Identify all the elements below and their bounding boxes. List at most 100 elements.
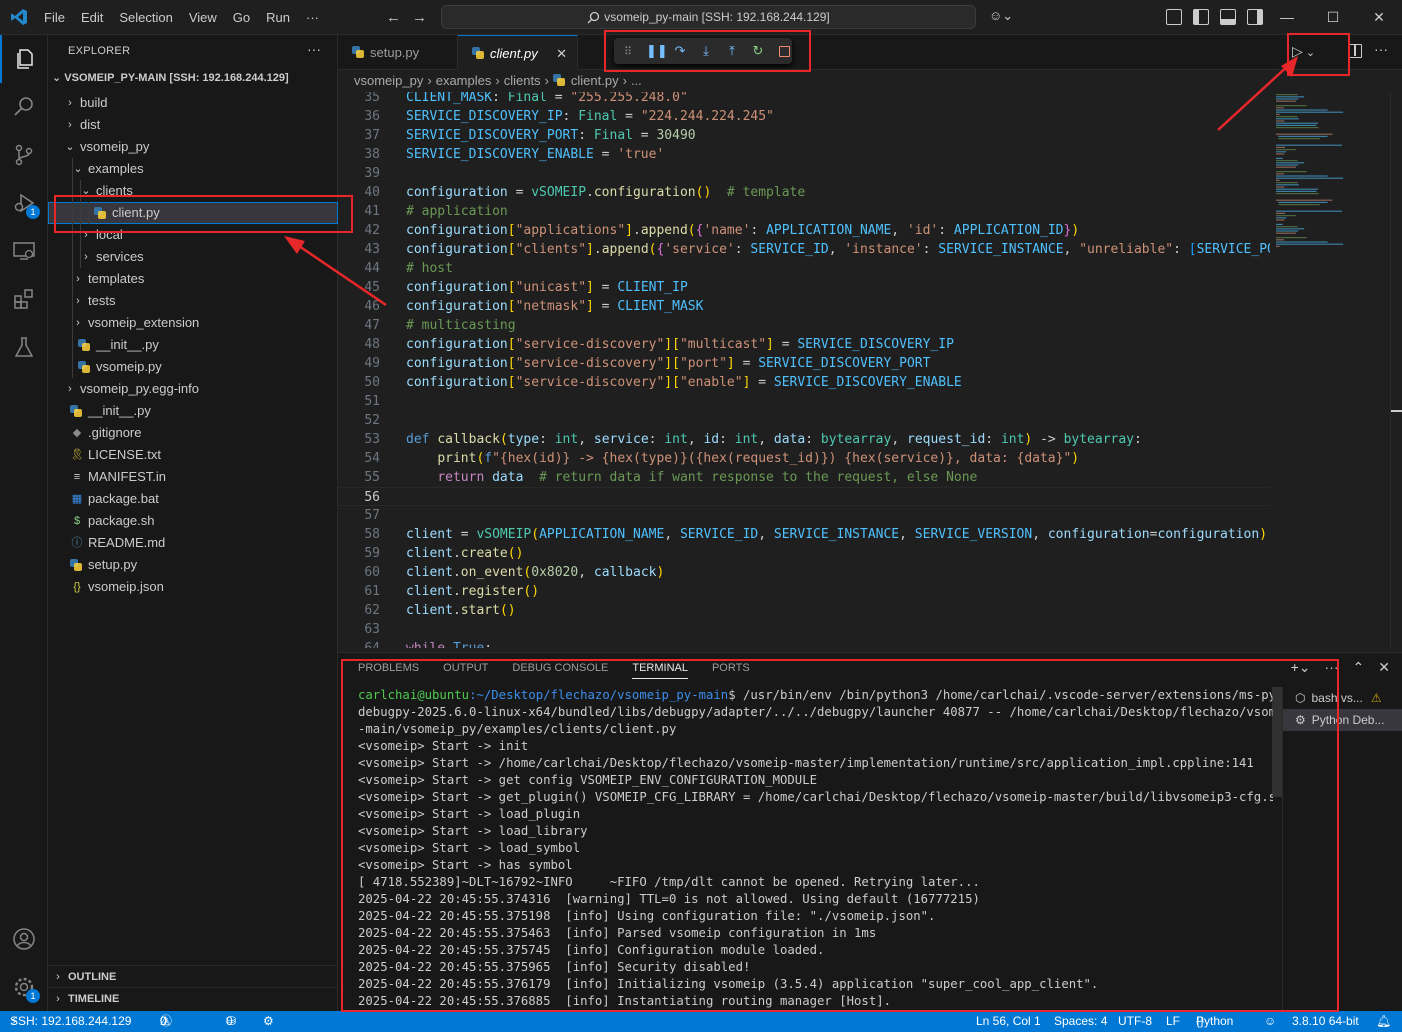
line-number[interactable]: 37 (338, 126, 380, 145)
line-number[interactable]: 39 (338, 164, 380, 183)
manage-gear-icon[interactable]: 1 (0, 963, 48, 1011)
tree-file[interactable]: $ package.sh (48, 510, 338, 532)
explorer-icon[interactable] (0, 35, 48, 83)
tree-folder[interactable]: › build (48, 92, 338, 114)
maximize-icon[interactable]: ☐ (1310, 0, 1356, 35)
line-number[interactable]: 63 (338, 620, 380, 639)
python-interpreter[interactable]: 3.8.10 64-bit (1292, 1011, 1359, 1032)
tree-file[interactable]: setup.py (48, 554, 338, 576)
tree-file[interactable]: __init__.py (48, 334, 338, 356)
line-number[interactable]: 58 (338, 525, 380, 544)
toggle-panel-icon[interactable] (1220, 9, 1236, 25)
copilot-icon[interactable]: ☺⌄ (989, 8, 1013, 24)
notifications-bell-icon[interactable]: 🔔︎ (1376, 1011, 1391, 1032)
search-icon[interactable] (0, 83, 48, 131)
line-number[interactable]: 59 (338, 544, 380, 563)
navigate-back-icon[interactable]: ← (386, 9, 401, 26)
line-number[interactable]: 57 (338, 506, 380, 525)
tree-folder[interactable]: › templates (48, 268, 338, 290)
menu-file[interactable]: File (36, 0, 73, 35)
minimap[interactable] (1270, 92, 1390, 648)
breadcrumb-item[interactable]: clients (504, 73, 541, 88)
tree-folder[interactable]: › vsomeip_extension (48, 312, 338, 334)
end-of-line[interactable]: LF (1166, 1011, 1180, 1032)
line-number[interactable]: 46 (338, 297, 380, 316)
menu-selection[interactable]: Selection (111, 0, 180, 35)
line-number[interactable]: 43 (338, 240, 380, 259)
remote-explorer-icon[interactable] (0, 227, 48, 275)
source-control-icon[interactable] (0, 131, 48, 179)
line-number[interactable]: 47 (338, 316, 380, 335)
more-actions-icon[interactable]: ··· (307, 41, 321, 57)
tree-folder[interactable]: ⌄ vsomeip_py (48, 136, 338, 158)
line-number[interactable]: 44 (338, 259, 380, 278)
line-number[interactable]: 61 (338, 582, 380, 601)
debug-launch-icon[interactable]: ⚙ (263, 1011, 274, 1032)
menu-go[interactable]: Go (225, 0, 258, 35)
accounts-icon[interactable] (0, 915, 48, 963)
menu-view[interactable]: View (181, 0, 225, 35)
testing-icon[interactable] (0, 323, 48, 371)
line-number[interactable]: 36 (338, 107, 380, 126)
tree-file[interactable]: ≡ MANIFEST.in (48, 466, 338, 488)
line-number[interactable]: 45 (338, 278, 380, 297)
menu-more[interactable]: ··· (298, 0, 327, 35)
breadcrumb-item[interactable]: client.py (571, 73, 619, 88)
line-number[interactable]: 62 (338, 601, 380, 620)
line-number[interactable]: 55 (338, 468, 380, 487)
outline-section[interactable]: › OUTLINE (48, 965, 338, 987)
command-center[interactable]: vsomeip_py-main [SSH: 192.168.244.129] (441, 5, 976, 29)
line-number[interactable]: 38 (338, 145, 380, 164)
tree-file[interactable]: {} vsomeip.json (48, 576, 338, 598)
line-number[interactable]: 48 (338, 335, 380, 354)
tree-folder[interactable]: › services (48, 246, 338, 268)
menu-edit[interactable]: Edit (73, 0, 111, 35)
cursor-position[interactable]: Ln 56, Col 1 (976, 1011, 1041, 1032)
encoding[interactable]: UTF-8 (1118, 1011, 1152, 1032)
line-number[interactable]: 53 (338, 430, 380, 449)
copilot-status-icon[interactable]: ☺ (1264, 1011, 1276, 1032)
workspace-root[interactable]: ⌄ VSOMEIP_PY-MAIN [SSH: 192.168.244.129] (52, 71, 289, 84)
timeline-section[interactable]: › TIMELINE (48, 987, 338, 1009)
split-editor-icon[interactable] (1349, 44, 1362, 58)
line-number[interactable]: 64 (338, 639, 380, 648)
line-number[interactable]: 60 (338, 563, 380, 582)
line-number[interactable]: 56 (338, 488, 380, 507)
run-debug-icon[interactable]: 1 (0, 179, 48, 227)
tab-setup-py[interactable]: setup.py (338, 35, 458, 70)
line-number[interactable]: 49 (338, 354, 380, 373)
customize-layout-icon[interactable] (1166, 9, 1182, 25)
tree-file[interactable]: __init__.py (48, 400, 338, 422)
tree-file[interactable]: ▦ package.bat (48, 488, 338, 510)
tree-file[interactable]: ◆ .gitignore (48, 422, 338, 444)
toggle-secondary-sidebar-icon[interactable] (1247, 9, 1263, 25)
maximize-panel-icon[interactable]: ⌃ (1353, 659, 1365, 676)
breadcrumb-item[interactable]: ... (631, 73, 642, 88)
navigate-forward-icon[interactable]: → (412, 9, 427, 26)
close-tab-icon[interactable]: ✕ (556, 36, 567, 71)
indentation[interactable]: Spaces: 4 (1054, 1011, 1107, 1032)
close-panel-icon[interactable]: ✕ (1378, 659, 1390, 676)
breadcrumb-item[interactable]: examples (436, 73, 492, 88)
editor-more-actions-icon[interactable]: ··· (1374, 41, 1388, 57)
tree-folder[interactable]: ⌄ examples (48, 158, 338, 180)
toggle-primary-sidebar-icon[interactable] (1193, 9, 1209, 25)
tree-folder[interactable]: › vsomeip_py.egg-info (48, 378, 338, 400)
line-number[interactable]: 52 (338, 411, 380, 430)
code-editor[interactable]: 35 CLIENT_MASK: Final = "255.255.248.0" 36… (338, 92, 1270, 648)
close-window-icon[interactable]: ✕ (1356, 0, 1402, 35)
tab-client-py[interactable]: client.py ✕ (458, 35, 578, 71)
tree-folder[interactable]: › dist (48, 114, 338, 136)
editor-scrollbar[interactable] (1390, 92, 1402, 648)
line-number[interactable]: 50 (338, 373, 380, 392)
tree-file[interactable]: vsomeip.py (48, 356, 338, 378)
breadcrumb-item[interactable]: vsomeip_py (354, 73, 423, 88)
minimize-icon[interactable]: — (1264, 0, 1310, 35)
tree-file[interactable]: ⓘ README.md (48, 532, 338, 554)
line-number[interactable]: 51 (338, 392, 380, 411)
line-number[interactable]: 35 (338, 92, 380, 107)
extensions-icon[interactable] (0, 275, 48, 323)
line-number[interactable]: 54 (338, 449, 380, 468)
menu-run[interactable]: Run (258, 0, 298, 35)
tree-folder[interactable]: › tests (48, 290, 338, 312)
